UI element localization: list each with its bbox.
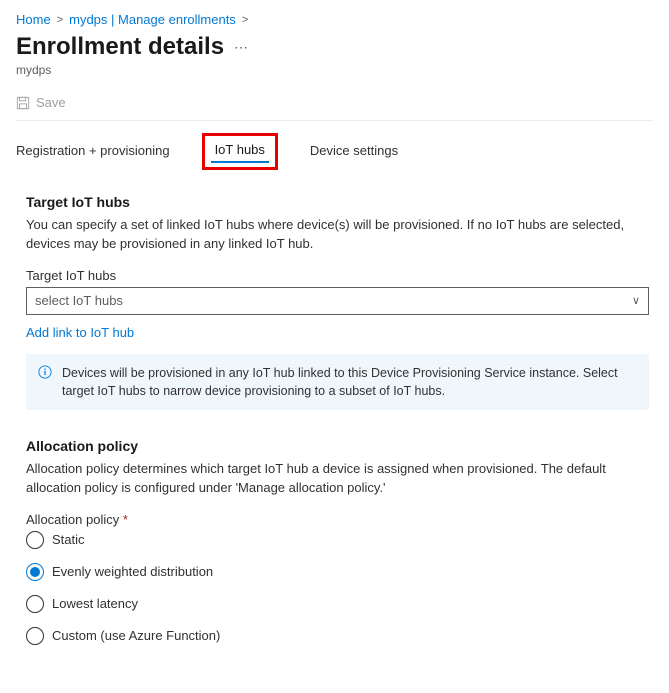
radio-icon bbox=[26, 531, 44, 549]
radio-static[interactable]: Static bbox=[26, 531, 649, 549]
radio-lowest-latency[interactable]: Lowest latency bbox=[26, 595, 649, 613]
radio-custom-azure-function[interactable]: Custom (use Azure Function) bbox=[26, 627, 649, 645]
section-heading: Target IoT hubs bbox=[26, 194, 649, 210]
breadcrumb-mydps[interactable]: mydps | Manage enrollments bbox=[69, 12, 236, 27]
page-title: Enrollment details bbox=[16, 33, 224, 61]
tab-iot-hubs[interactable]: IoT hubs bbox=[202, 133, 278, 170]
chevron-down-icon: ∨ bbox=[632, 294, 640, 307]
chevron-right-icon: > bbox=[57, 14, 63, 26]
page-header: Enrollment details ⋯ bbox=[16, 33, 653, 61]
radio-evenly-weighted[interactable]: Evenly weighted distribution bbox=[26, 563, 649, 581]
radio-icon bbox=[26, 563, 44, 581]
radio-icon bbox=[26, 595, 44, 613]
breadcrumb-home[interactable]: Home bbox=[16, 12, 51, 27]
tab-bar: Registration + provisioning IoT hubs Dev… bbox=[12, 139, 653, 170]
select-placeholder: select IoT hubs bbox=[35, 293, 123, 308]
allocation-policy-radio-group: Static Evenly weighted distribution Lowe… bbox=[26, 531, 649, 645]
tab-active-indicator bbox=[211, 161, 269, 164]
more-actions-button[interactable]: ⋯ bbox=[234, 39, 248, 56]
radio-label: Custom (use Azure Function) bbox=[52, 628, 220, 643]
radio-label: Lowest latency bbox=[52, 596, 138, 611]
target-iot-hubs-label: Target IoT hubs bbox=[26, 268, 649, 283]
allocation-policy-label: Allocation policy * bbox=[26, 512, 649, 527]
required-indicator: * bbox=[123, 512, 128, 527]
info-text: Devices will be provisioned in any IoT h… bbox=[62, 366, 618, 398]
info-banner: Devices will be provisioned in any IoT h… bbox=[26, 354, 649, 410]
tab-registration-provisioning[interactable]: Registration + provisioning bbox=[12, 139, 174, 170]
target-iot-hubs-select[interactable]: select IoT hubs ∨ bbox=[26, 287, 649, 315]
tab-label: Device settings bbox=[310, 143, 398, 158]
section-allocation-policy: Allocation policy Allocation policy dete… bbox=[26, 438, 649, 645]
tab-device-settings[interactable]: Device settings bbox=[306, 139, 402, 170]
section-target-iot-hubs: Target IoT hubs You can specify a set of… bbox=[26, 194, 649, 410]
command-bar: Save bbox=[16, 95, 653, 110]
tab-label: IoT hubs bbox=[215, 142, 265, 157]
save-icon bbox=[16, 96, 30, 110]
breadcrumb: Home > mydps | Manage enrollments > bbox=[16, 12, 653, 27]
page-subtitle: mydps bbox=[16, 63, 653, 77]
radio-label: Static bbox=[52, 532, 85, 547]
label-text: Allocation policy bbox=[26, 512, 119, 527]
save-button[interactable]: Save bbox=[16, 95, 66, 110]
radio-label: Evenly weighted distribution bbox=[52, 564, 213, 579]
save-label: Save bbox=[36, 95, 66, 110]
add-link-to-iot-hub[interactable]: Add link to IoT hub bbox=[26, 325, 134, 340]
info-icon bbox=[38, 365, 52, 379]
tab-label: Registration + provisioning bbox=[16, 143, 170, 158]
section-description: You can specify a set of linked IoT hubs… bbox=[26, 216, 649, 254]
divider bbox=[16, 120, 653, 121]
section-description: Allocation policy determines which targe… bbox=[26, 460, 649, 498]
chevron-right-icon: > bbox=[242, 14, 248, 26]
radio-icon bbox=[26, 627, 44, 645]
section-heading: Allocation policy bbox=[26, 438, 649, 454]
